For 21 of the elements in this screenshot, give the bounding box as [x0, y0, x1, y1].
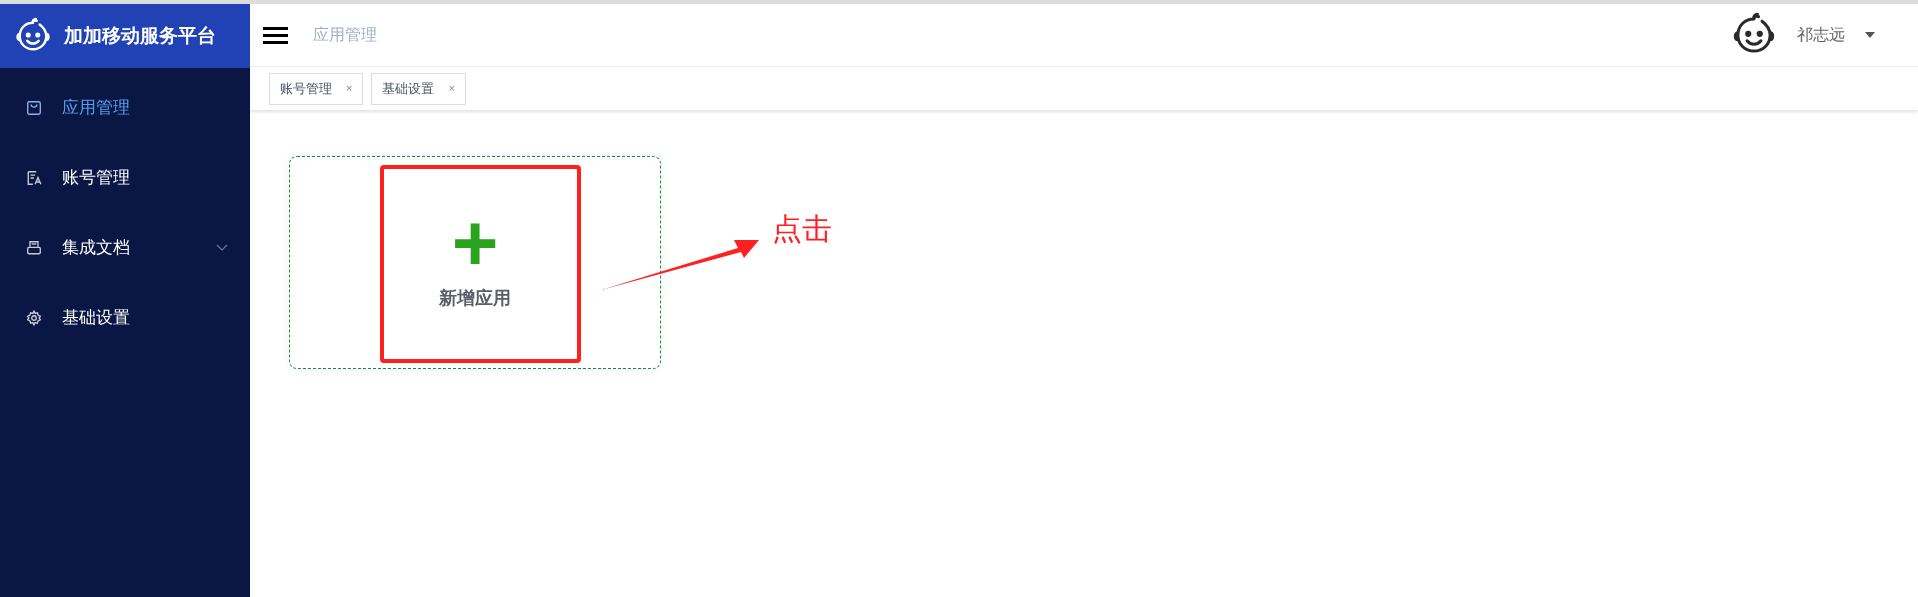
sidebar-item[interactable]: 账号管理: [0, 143, 250, 213]
sidebar-item[interactable]: 集成文档: [0, 213, 250, 283]
annotation-text: 点击: [772, 211, 832, 247]
plus-icon: +: [451, 213, 499, 273]
user-name[interactable]: 祁志远: [1797, 23, 1845, 47]
caret-icon[interactable]: [1865, 32, 1875, 38]
breadcrumb: 应用管理: [313, 25, 377, 45]
page-tab[interactable]: 账号管理 ×: [269, 72, 364, 105]
brand-title: 加加移动服务平台: [64, 23, 216, 48]
add-app-label: 新增应用: [439, 287, 511, 310]
sidebar-item[interactable]: 基础设置: [0, 283, 250, 353]
page-tab[interactable]: 基础设置 ×: [371, 72, 466, 105]
printer-icon: [26, 240, 42, 256]
menu-icon[interactable]: [263, 26, 288, 44]
add-app-card[interactable]: + 新增应用: [289, 156, 661, 369]
gear-icon: [26, 310, 42, 326]
sidebar-item[interactable]: 应用管理: [0, 73, 250, 143]
close-icon[interactable]: ×: [448, 80, 455, 97]
close-icon[interactable]: ×: [346, 80, 353, 97]
bag-icon: [26, 100, 42, 116]
document-person-icon: [26, 170, 42, 186]
